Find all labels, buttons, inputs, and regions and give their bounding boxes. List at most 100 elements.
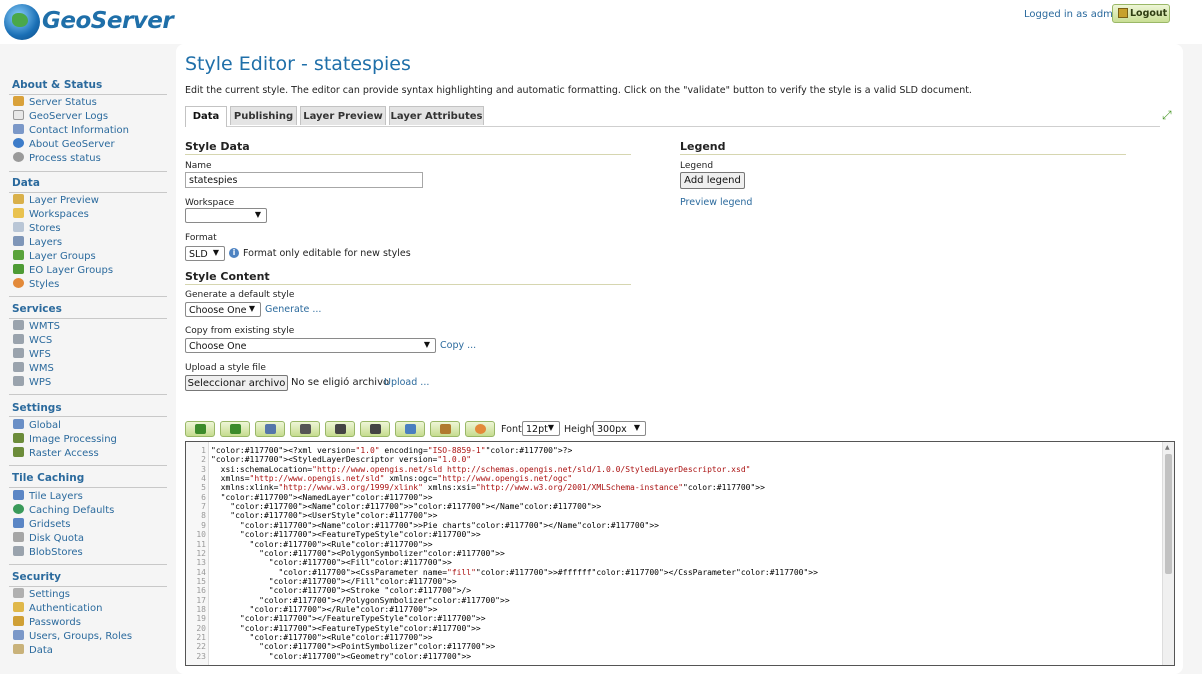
code-line[interactable]: 5 xmlns:xlink="http://www.w3.org/1999/xl… — [186, 483, 1146, 492]
code-line[interactable]: 18 "color:#117700"></Rule"color:#117700"… — [186, 605, 1146, 614]
code-line[interactable]: 4 xmlns="http://www.opengis.net/sld" xml… — [186, 474, 1146, 483]
sidebar-item-users-groups-roles[interactable]: Users, Groups, Roles — [13, 630, 132, 642]
sidebar-item-contact-information[interactable]: Contact Information — [13, 124, 129, 136]
code-line[interactable]: 21 "color:#117700"><Rule"color:#117700">… — [186, 633, 1146, 642]
editor-height-select[interactable]: 300px ▼ — [593, 421, 646, 436]
code-line[interactable]: 7 "color:#117700"><Name"color:#117700">>… — [186, 502, 1146, 511]
sidebar-item-layer-groups[interactable]: Layer Groups — [13, 250, 96, 262]
fullscreen-icon[interactable]: ⤢ — [1162, 109, 1174, 121]
code-editor[interactable]: 1 "color:#117700"><?xml version="1.0" enc… — [185, 441, 1175, 666]
code-line[interactable]: 9 "color:#117700"><Name"color:#117700">>… — [186, 521, 1146, 530]
sidebar-item-global[interactable]: Global — [13, 419, 61, 431]
image-processing-icon — [13, 433, 24, 443]
sidebar-item-label: EO Layer Groups — [29, 265, 114, 276]
indent-button[interactable] — [325, 421, 355, 437]
code-text: "color:#117700"></FeatureTypeStyle"color… — [239, 614, 486, 624]
code-line[interactable]: 19 "color:#117700"></FeatureTypeStyle"co… — [186, 614, 1146, 623]
sidebar-item-workspaces[interactable]: Workspaces — [13, 208, 89, 220]
code-line[interactable]: 17 "color:#117700"></PolygonSymbolizer"c… — [186, 596, 1146, 605]
sidebar-item-wcs[interactable]: WCS — [13, 334, 52, 346]
image-button[interactable] — [430, 421, 460, 437]
code-line[interactable]: 11 "color:#117700"><Rule"color:#117700">… — [186, 540, 1146, 549]
sidebar-item-label: Raster Access — [29, 448, 99, 459]
sidebar-item-tile-layers[interactable]: Tile Layers — [13, 490, 83, 502]
sidebar-item-process-status[interactable]: Process status — [13, 152, 101, 164]
line-number: 14 — [196, 567, 206, 577]
sidebar-item-disk-quota[interactable]: Disk Quota — [13, 532, 84, 544]
add-legend-button[interactable]: Add legend — [680, 172, 745, 189]
sidebar-divider — [9, 94, 167, 95]
sidebar-item-label: WCS — [29, 335, 53, 346]
image-icon — [440, 424, 451, 434]
sidebar-item-stores[interactable]: Stores — [13, 222, 61, 234]
sidebar-item-layer-preview[interactable]: Layer Preview — [13, 194, 99, 206]
code-line[interactable]: 12 "color:#117700"><PolygonSymbolizer"co… — [186, 549, 1146, 558]
sidebar-item-authentication[interactable]: Authentication — [13, 602, 102, 614]
logout-button[interactable]: Logout — [1112, 4, 1170, 23]
code-line[interactable]: 22 "color:#117700"><PointSymbolizer"colo… — [186, 642, 1146, 651]
section-divider — [185, 154, 631, 155]
code-line[interactable]: 14 "color:#117700"><CssParameter name="f… — [186, 568, 1146, 577]
geoserver-logo[interactable]: GeoServer — [4, 4, 174, 42]
sidebar-item-layers[interactable]: Layers — [13, 236, 62, 248]
sidebar-item-wms[interactable]: WMS — [13, 362, 54, 374]
tab-layer-preview[interactable]: Layer Preview — [300, 106, 386, 125]
workspace-select[interactable]: ▼ — [185, 208, 267, 223]
key-icon — [13, 588, 24, 598]
sidebar-item-styles[interactable]: Styles — [13, 278, 59, 290]
scroll-up-icon[interactable]: ▲ — [1165, 444, 1170, 451]
code-line[interactable]: 16 "color:#117700"><Stroke "color:#11770… — [186, 586, 1146, 595]
sidebar-item-wps[interactable]: WPS — [13, 376, 51, 388]
code-line[interactable]: 3 xsi:schemaLocation="http://www.opengis… — [186, 465, 1146, 474]
sidebar-section-services: Services — [12, 303, 62, 315]
copy-style-select[interactable]: Choose One ▼ — [185, 338, 436, 353]
palette-button[interactable] — [465, 421, 495, 437]
code-line[interactable]: 10 "color:#117700"><FeatureTypeStyle"col… — [186, 530, 1146, 539]
redo-button[interactable] — [185, 421, 215, 437]
sidebar-item-wmts[interactable]: WMTS — [13, 320, 60, 332]
tab-data[interactable]: Data — [185, 106, 227, 127]
code-line[interactable]: 1 "color:#117700"><?xml version="1.0" enc… — [186, 446, 1146, 455]
scrollbar-thumb[interactable] — [1165, 454, 1172, 574]
sidebar-item-blobstores[interactable]: BlobStores — [13, 546, 83, 558]
generate-style-select[interactable]: Choose One ▼ — [185, 302, 261, 317]
sidebar-item-about-geoserver[interactable]: About GeoServer — [13, 138, 115, 150]
preview-legend-link[interactable]: Preview legend — [680, 197, 752, 208]
code-line[interactable]: 20 "color:#117700"><FeatureTypeStyle"col… — [186, 624, 1146, 633]
code-line[interactable]: 6 "color:#117700"><NamedLayer"color:#117… — [186, 493, 1146, 502]
sidebar-item-image-processing[interactable]: Image Processing — [13, 433, 117, 445]
copy-link[interactable]: Copy ... — [440, 340, 476, 351]
undo-button[interactable] — [220, 421, 250, 437]
sidebar-item-caching-defaults[interactable]: Caching Defaults — [13, 504, 114, 516]
generate-link[interactable]: Generate ... — [265, 304, 321, 315]
tab-publishing[interactable]: Publishing — [230, 106, 297, 125]
zoom-button[interactable] — [395, 421, 425, 437]
sidebar-item-server-status[interactable]: Server Status — [13, 96, 97, 108]
name-input[interactable]: statespies — [185, 172, 423, 188]
format-button[interactable] — [360, 421, 390, 437]
code-line[interactable]: 8 "color:#117700"><UserStyle"color:#1177… — [186, 511, 1146, 520]
sidebar-item-gridsets[interactable]: Gridsets — [13, 518, 70, 530]
sidebar-item-passwords[interactable]: Passwords — [13, 616, 81, 628]
sidebar-item-eo-layer-groups[interactable]: EO Layer Groups — [13, 264, 113, 276]
font-size-select[interactable]: 12pt ▼ — [522, 421, 560, 436]
editor-scrollbar[interactable]: ▲ — [1162, 442, 1174, 665]
sidebar-divider — [9, 192, 167, 193]
choose-file-button[interactable]: Seleccionar archivo — [185, 375, 288, 391]
tab-layer-attributes[interactable]: Layer Attributes — [389, 106, 484, 125]
globe-icon — [13, 504, 24, 514]
search-replace-button[interactable] — [255, 421, 285, 437]
code-line[interactable]: 2 "color:#117700"><StyledLayerDescriptor … — [186, 455, 1146, 464]
line-number: 10 — [196, 530, 206, 540]
go-to-line-button[interactable] — [290, 421, 320, 437]
upload-link[interactable]: Upload ... — [384, 377, 429, 388]
sidebar-item-security-settings[interactable]: Settings — [13, 588, 70, 600]
sidebar-item-geoserver-logs[interactable]: GeoServer Logs — [13, 110, 108, 122]
code-line[interactable]: 15 "color:#117700"></Fill"color:#117700"… — [186, 577, 1146, 586]
sidebar-item-security-data[interactable]: Data — [13, 644, 53, 656]
sidebar-item-raster-access[interactable]: Raster Access — [13, 447, 99, 459]
sidebar-item-wfs[interactable]: WFS — [13, 348, 51, 360]
chevron-down-icon: ▼ — [633, 423, 640, 432]
code-line[interactable]: 13 "color:#117700"><Fill"color:#117700">… — [186, 558, 1146, 567]
format-select[interactable]: SLD ▼ — [185, 246, 225, 261]
